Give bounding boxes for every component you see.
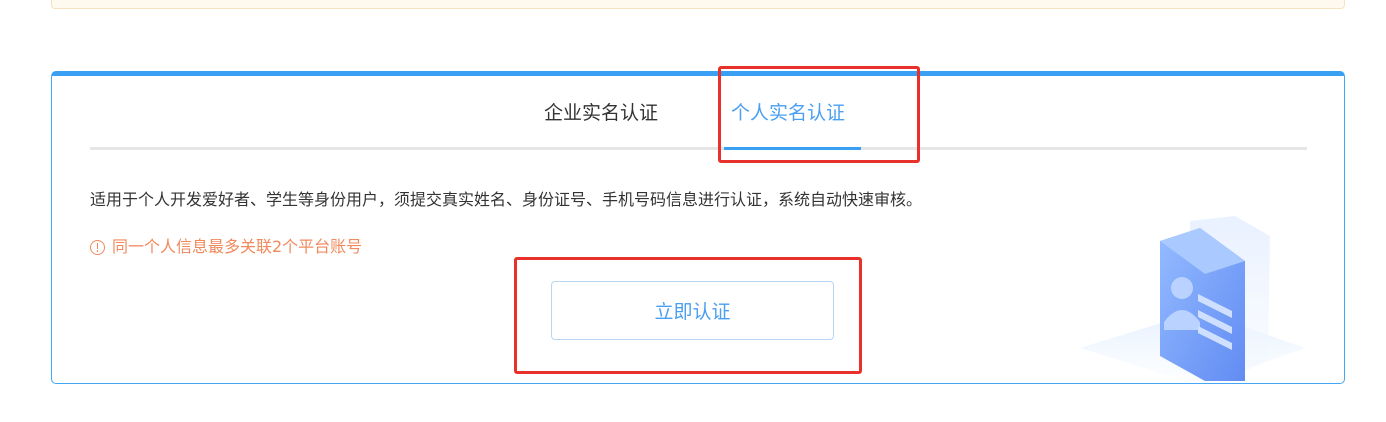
tab-enterprise-verification[interactable]: 企业实名认证 — [544, 98, 658, 128]
info-circle-icon — [90, 239, 105, 255]
account-limit-warning: 同一个人信息最多关联2个平台账号 — [90, 235, 362, 259]
active-tab-indicator — [724, 147, 861, 150]
top-notice-banner — [51, 0, 1345, 9]
verification-card: 企业实名认证 个人实名认证 适用于个人开发爱好者、学生等身份用户，须提交真实姓名… — [51, 71, 1345, 384]
id-card-illustration — [1080, 216, 1305, 383]
warning-text: 同一个人信息最多关联2个平台账号 — [112, 237, 363, 256]
verification-tabs: 企业实名认证 个人实名认证 — [90, 76, 1307, 150]
verification-description: 适用于个人开发爱好者、学生等身份用户，须提交真实姓名、身份证号、手机号码信息进行… — [90, 190, 923, 209]
verify-now-button[interactable]: 立即认证 — [551, 281, 834, 340]
tab-personal-verification[interactable]: 个人实名认证 — [731, 98, 845, 128]
